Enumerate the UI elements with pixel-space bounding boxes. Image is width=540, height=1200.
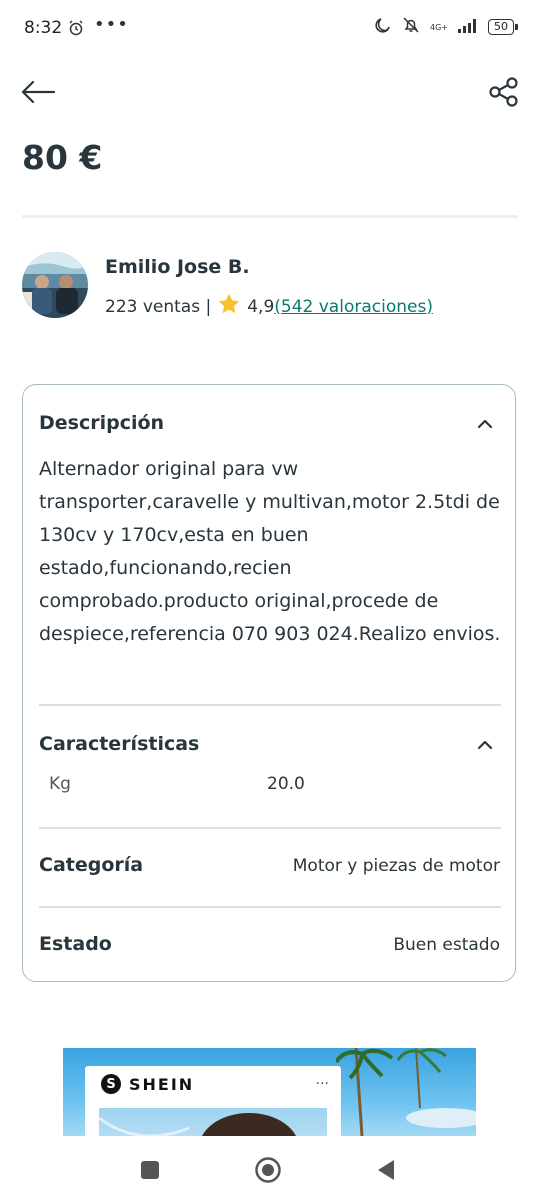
shein-logo: S SHEIN: [101, 1074, 194, 1094]
signal-icon: [458, 18, 478, 37]
divider: [39, 827, 501, 829]
divider: [39, 704, 501, 706]
category-value: Motor y piezas de motor: [292, 856, 500, 876]
state-value: Buen estado: [393, 935, 500, 955]
recents-button[interactable]: [130, 1150, 170, 1190]
app-bar: [0, 70, 540, 114]
shein-logo-icon: S: [101, 1074, 121, 1094]
chevron-up-icon[interactable]: [477, 415, 493, 434]
seller-rating: 4,9: [247, 296, 275, 317]
square-icon: [141, 1161, 159, 1179]
bell-off-icon: [402, 16, 420, 38]
home-circle-icon: [255, 1157, 281, 1183]
ad-card[interactable]: S SHEIN ...: [85, 1066, 341, 1136]
category-label: Categoría: [39, 854, 144, 876]
description-title[interactable]: Descripción: [39, 412, 164, 434]
battery-icon: 50: [488, 19, 518, 35]
seller-name[interactable]: Emilio Jose B.: [105, 256, 250, 278]
status-bar: 8:32 ••• 4G+ 50: [0, 0, 540, 58]
moon-icon: [374, 16, 392, 38]
more-icon[interactable]: ...: [316, 1072, 329, 1088]
reviews-link[interactable]: (542 valoraciones): [274, 297, 433, 317]
details-card: Descripción Alternador original para vw …: [22, 384, 516, 982]
sales-count: 223 ventas |: [105, 296, 212, 317]
arrow-left-icon: [21, 80, 56, 104]
share-button[interactable]: [484, 74, 520, 110]
weight-value: 20.0: [267, 774, 305, 794]
share-icon: [489, 77, 518, 107]
home-button[interactable]: [248, 1150, 288, 1190]
ad-image: [98, 1108, 327, 1136]
triangle-back-icon: [378, 1160, 394, 1180]
status-icons: 4G+ 50: [374, 16, 518, 38]
ad-banner[interactable]: S SHEIN ...: [63, 1048, 476, 1136]
state-label: Estado: [39, 933, 112, 955]
divider: [39, 906, 501, 908]
weight-label: Kg: [49, 774, 71, 794]
description-text: Alternador original para vw transporter,…: [39, 458, 501, 645]
alarm-icon: [68, 20, 84, 40]
ad-brand: SHEIN: [129, 1074, 195, 1094]
star-icon: [217, 292, 241, 321]
network-type: 4G+: [430, 22, 448, 32]
back-nav-button[interactable]: [366, 1150, 406, 1190]
divider: [22, 215, 518, 218]
chevron-up-icon[interactable]: [477, 736, 493, 755]
characteristics-title[interactable]: Características: [39, 733, 199, 755]
overflow-dots: •••: [94, 14, 129, 35]
status-time: 8:32: [24, 18, 63, 38]
system-nav-bar: [0, 1136, 540, 1200]
product-price: 80 €: [22, 138, 103, 177]
avatar[interactable]: [22, 252, 88, 318]
seller-stats: 223 ventas | 4,9 (542 valoraciones): [105, 292, 433, 321]
back-button[interactable]: [20, 74, 60, 110]
seller-info[interactable]: Emilio Jose B. 223 ventas | 4,9 (542 val…: [22, 252, 518, 322]
